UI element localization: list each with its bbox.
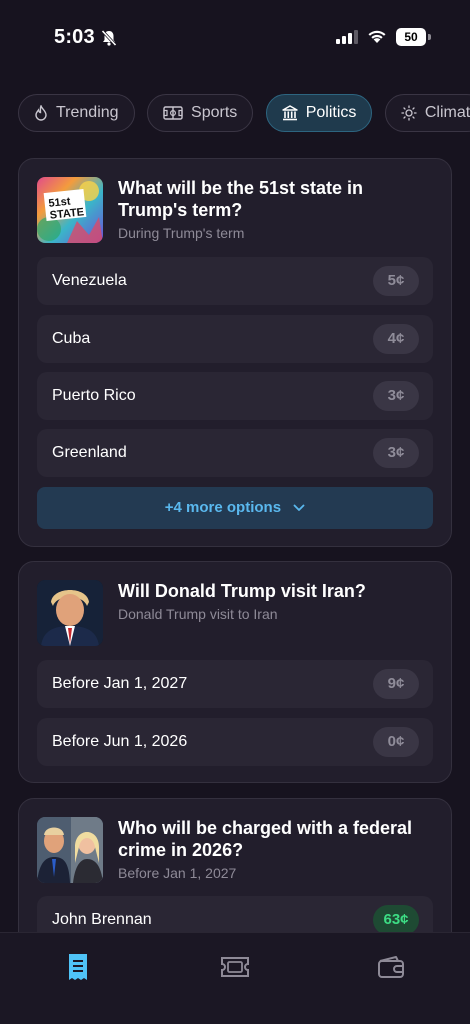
price-pill[interactable]: 0¢ <box>373 727 419 757</box>
tab-label: Politics <box>305 104 357 121</box>
tab-trending[interactable]: Trending <box>18 94 135 132</box>
price-pill[interactable]: 9¢ <box>373 669 419 699</box>
market-title: What will be the 51st state in Trump's t… <box>118 178 364 220</box>
market-thumbnail <box>37 817 103 883</box>
option-row[interactable]: Cuba 4¢ <box>37 315 433 363</box>
sports-field-icon <box>163 106 183 120</box>
option-row[interactable]: Greenland 3¢ <box>37 429 433 477</box>
option-label: Venezuela <box>52 272 127 289</box>
bell-off-icon <box>101 29 117 47</box>
more-options-button[interactable]: +4 more options <box>37 487 433 529</box>
option-label: Puerto Rico <box>52 387 136 404</box>
market-header: 51st STATE What will be the 51st state i… <box>37 177 433 243</box>
bottom-nav <box>0 932 470 1024</box>
chevron-down-icon <box>293 504 305 511</box>
market-subtitle: Donald Trump visit to Iran <box>118 606 278 622</box>
market-thumbnail: 51st STATE <box>37 177 103 243</box>
price-pill[interactable]: 5¢ <box>373 266 419 296</box>
wifi-icon <box>368 30 386 43</box>
market-title: Who will be charged with a federal crime… <box>118 818 413 860</box>
battery-indicator: 50 <box>396 28 426 46</box>
option-label: Cuba <box>52 330 91 347</box>
category-tabs: Trending Sports Politics Climat <box>18 94 470 132</box>
option-row[interactable]: Before Jun 1, 2026 0¢ <box>37 718 433 766</box>
tab-politics[interactable]: Politics <box>265 94 373 132</box>
status-bar: 5:03 50 <box>0 0 470 76</box>
price-pill[interactable]: 63¢ <box>373 905 419 935</box>
capitol-icon <box>282 105 298 121</box>
wallet-icon[interactable] <box>377 955 405 979</box>
option-label: Before Jan 1, 2027 <box>52 675 188 692</box>
tab-label: Trending <box>56 104 119 121</box>
flame-icon <box>35 105 47 121</box>
option-row[interactable]: Venezuela 5¢ <box>37 257 433 305</box>
price-pill[interactable]: 3¢ <box>373 438 419 468</box>
option-row[interactable]: Before Jan 1, 2027 9¢ <box>37 660 433 708</box>
ticket-icon[interactable] <box>220 956 250 978</box>
market-subtitle: Before Jan 1, 2027 <box>118 865 237 881</box>
market-header: Will Donald Trump visit Iran? Donald Tru… <box>37 580 433 646</box>
more-options-label: +4 more options <box>164 499 282 516</box>
receipt-icon[interactable] <box>67 953 89 981</box>
status-time: 5:03 <box>54 26 95 48</box>
market-subtitle: During Trump's term <box>118 225 245 241</box>
cellular-signal-icon <box>336 30 358 44</box>
price-pill[interactable]: 4¢ <box>373 324 419 354</box>
option-row[interactable]: Puerto Rico 3¢ <box>37 372 433 420</box>
option-label: Greenland <box>52 444 127 461</box>
tab-label: Sports <box>191 104 238 121</box>
tab-label: Climat <box>424 104 470 121</box>
option-label: Before Jun 1, 2026 <box>52 733 188 750</box>
portraits-image <box>37 817 103 883</box>
market-title: Will Donald Trump visit Iran? <box>118 581 366 601</box>
market-card[interactable]: Will Donald Trump visit Iran? Donald Tru… <box>18 561 452 783</box>
battery-tip <box>428 34 431 40</box>
market-header: Who will be charged with a federal crime… <box>37 817 433 883</box>
market-card[interactable]: 51st STATE What will be the 51st state i… <box>18 158 452 547</box>
tab-sports[interactable]: Sports <box>147 94 254 132</box>
tab-climate[interactable]: Climat <box>384 94 470 132</box>
sun-icon <box>401 105 417 121</box>
market-thumbnail <box>37 580 103 646</box>
price-pill[interactable]: 3¢ <box>373 381 419 411</box>
portrait-image <box>37 580 103 646</box>
